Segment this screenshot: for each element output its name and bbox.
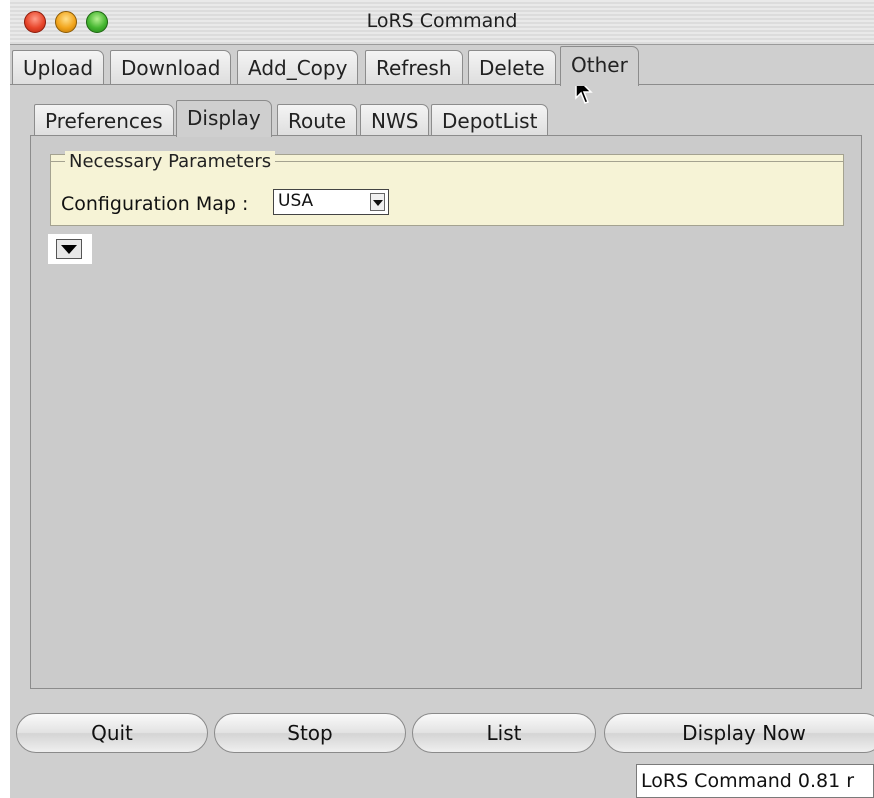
tab-add-copy[interactable]: Add_Copy (237, 50, 359, 84)
dropdown-arrow-icon[interactable] (370, 193, 385, 211)
display-now-button[interactable]: Display Now (604, 713, 874, 753)
tab-download[interactable]: Download (110, 50, 232, 84)
tab-refresh[interactable]: Refresh (365, 50, 463, 84)
necessary-parameters-group: Necessary Parameters Configuration Map :… (50, 151, 844, 226)
subtab-nws[interactable]: NWS (360, 104, 430, 136)
window-title: LoRS Command (366, 10, 518, 32)
status-bar: LoRS Command 0.81 r (10, 760, 874, 798)
quit-button[interactable]: Quit (16, 713, 208, 753)
stop-button[interactable]: Stop (214, 713, 406, 753)
configuration-map-select[interactable]: USA (273, 189, 389, 215)
expander-area (48, 234, 92, 264)
list-button[interactable]: List (412, 713, 596, 753)
tab-delete[interactable]: Delete (468, 50, 556, 84)
triangle-down-icon[interactable] (56, 239, 82, 259)
tab-baseline (10, 84, 874, 85)
tab-other[interactable]: Other (560, 46, 639, 86)
subtab-route[interactable]: Route (277, 104, 358, 136)
subtab-preferences[interactable]: Preferences (34, 104, 174, 136)
title-bar[interactable]: LoRS Command (10, 0, 874, 45)
app-window: LoRS Command Upload Download Add_Copy Re… (10, 0, 874, 798)
configuration-map-label: Configuration Map : (61, 193, 249, 215)
tab-upload[interactable]: Upload (12, 50, 105, 84)
subtab-display[interactable]: Display (176, 100, 272, 137)
status-text: LoRS Command 0.81 r (636, 764, 874, 798)
configuration-map-value: USA (278, 191, 314, 211)
group-title: Necessary Parameters (65, 151, 276, 173)
subtab-depotlist[interactable]: DepotList (431, 104, 549, 136)
